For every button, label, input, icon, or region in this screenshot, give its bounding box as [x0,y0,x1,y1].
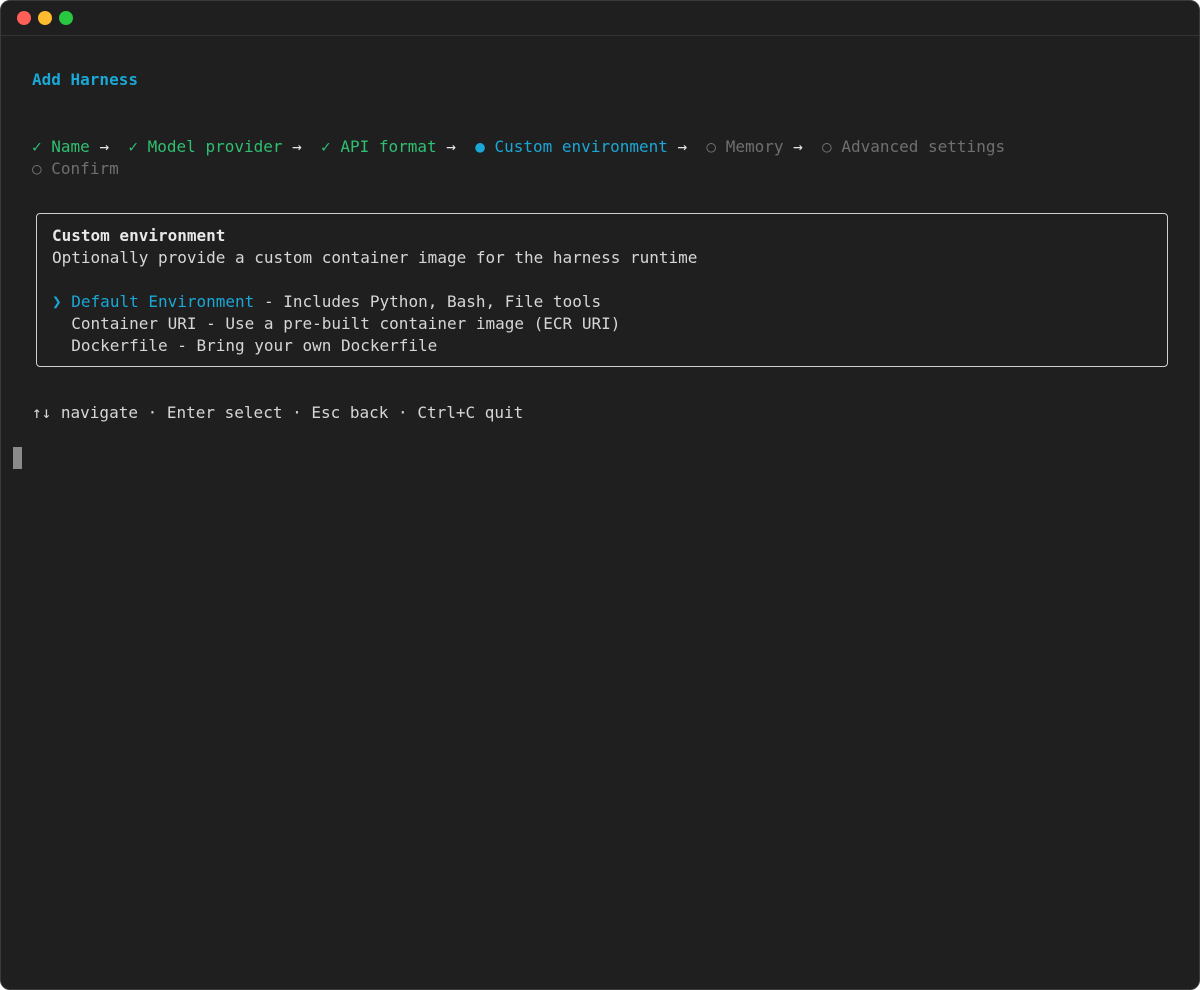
step-memory: Memory [725,137,784,156]
maximize-window-button[interactable] [59,11,73,25]
arrow-right-icon: → [793,137,803,156]
option-description: - Bring your own Dockerfile [167,336,438,355]
step-pending-icon: ○ [822,137,832,156]
terminal-window: Add Harness ✓ Name → ✓ Model provider → … [0,0,1200,990]
option-name: Default Environment [71,292,255,311]
step-confirm: Confirm [51,159,119,178]
close-window-button[interactable] [17,11,31,25]
pointer-icon: ❯ [52,292,62,311]
arrow-right-icon: → [99,137,110,156]
panel-description: Optionally provide a custom container im… [52,248,698,267]
step-advanced-settings: Advanced settings [841,137,1006,156]
step-progress-wrap: ○ Confirm [32,158,119,180]
arrow-right-icon: → [292,137,302,156]
terminal-cursor[interactable] [13,447,22,469]
step-model-provider: Model provider [147,137,283,156]
keyboard-help: ↑↓ navigate · Enter select · Esc back · … [32,403,524,422]
step-api-format: API format [340,137,437,156]
option-description: - Use a pre-built container image (ECR U… [196,314,621,333]
option-dockerfile[interactable]: Dockerfile - Bring your own Dockerfile [52,335,437,357]
selection-panel: Custom environment Optionally provide a … [36,213,1168,367]
page-title: Add Harness [32,70,138,89]
minimize-window-button[interactable] [38,11,52,25]
step-done-icon: ✓ [128,137,138,156]
option-description: - Includes Python, Bash, File tools [254,292,602,311]
step-pending-icon: ○ [706,137,717,156]
step-custom-environment: Custom environment [494,137,668,156]
step-pending-icon: ○ [32,159,42,178]
panel-heading: Custom environment [52,226,226,245]
step-name: Name [51,137,90,156]
step-done-icon: ✓ [321,137,331,156]
arrow-right-icon: → [677,137,688,156]
step-progress: ✓ Name → ✓ Model provider → ✓ API format… [32,136,1005,158]
title-bar [1,1,1199,36]
option-container-uri[interactable]: Container URI - Use a pre-built containe… [52,313,620,335]
option-name: Dockerfile [71,336,168,355]
option-name: Container URI [71,314,197,333]
step-current-icon: ● [475,137,485,156]
option-default-environment[interactable]: ❯ Default Environment - Includes Python,… [52,291,601,313]
step-done-icon: ✓ [32,137,42,156]
arrow-right-icon: → [446,137,456,156]
